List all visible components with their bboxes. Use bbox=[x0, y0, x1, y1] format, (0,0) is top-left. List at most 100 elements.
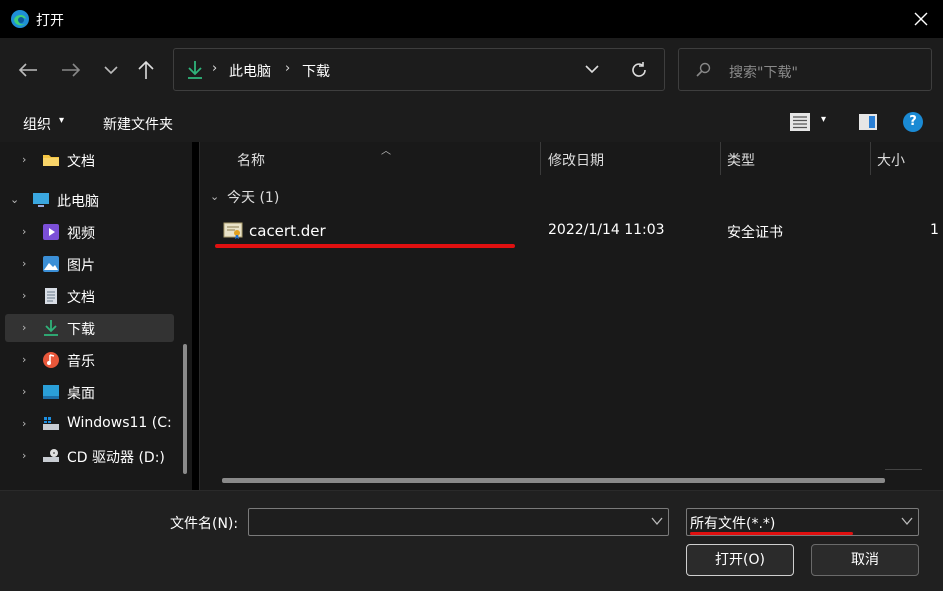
new-folder-button[interactable]: 新建文件夹 bbox=[103, 114, 173, 134]
file-size: 1 bbox=[930, 222, 939, 238]
breadcrumb-separator-icon: › bbox=[285, 61, 291, 76]
document-icon bbox=[45, 288, 57, 304]
chevron-right-icon[interactable]: › bbox=[22, 225, 26, 238]
sidebar-item-label: 文档 bbox=[67, 154, 95, 170]
sidebar-item-music[interactable]: › 音乐 bbox=[0, 346, 192, 374]
sidebar-item-label: 音乐 bbox=[67, 354, 95, 370]
chevron-right-icon[interactable]: › bbox=[22, 417, 26, 430]
sidebar-item-label: 下载 bbox=[67, 322, 95, 338]
file-name: cacert.der bbox=[249, 222, 326, 240]
column-header-date[interactable]: 修改日期 bbox=[548, 150, 604, 183]
arrow-left-icon bbox=[18, 63, 37, 77]
download-icon bbox=[44, 320, 58, 336]
search-box[interactable]: 搜索"下载" bbox=[678, 48, 932, 91]
filename-input[interactable] bbox=[248, 508, 669, 536]
breadcrumb-downloads[interactable]: 下载 bbox=[302, 61, 330, 81]
column-header-type[interactable]: 类型 bbox=[727, 150, 755, 183]
column-separator[interactable] bbox=[720, 142, 721, 175]
filetype-value: 所有文件(*.*) bbox=[690, 516, 776, 532]
back-button[interactable] bbox=[14, 56, 42, 84]
chevron-down-icon[interactable]: ⌄ bbox=[10, 193, 19, 206]
refresh-icon[interactable] bbox=[629, 60, 649, 80]
sidebar-item-label: CD 驱动器 (D:) bbox=[67, 450, 165, 466]
chevron-down-icon[interactable] bbox=[900, 514, 914, 528]
cancel-button[interactable]: 取消 bbox=[811, 544, 919, 576]
download-icon bbox=[188, 61, 202, 79]
chevron-right-icon[interactable]: › bbox=[22, 257, 26, 270]
group-collapse-chevron-icon[interactable]: ⌄ bbox=[210, 190, 219, 203]
column-header-size[interactable]: 大小 bbox=[877, 150, 905, 183]
pc-icon bbox=[33, 193, 49, 207]
chevron-right-icon[interactable]: › bbox=[22, 321, 26, 334]
sort-ascending-icon: ︿ bbox=[381, 146, 391, 157]
command-toolbar: 组织 ▾ 新建文件夹 ▾ ? bbox=[0, 102, 943, 142]
organize-button[interactable]: 组织 bbox=[23, 114, 51, 134]
sidebar-item-pictures[interactable]: › 图片 bbox=[0, 250, 192, 278]
sidebar-item-label: 文档 bbox=[67, 290, 95, 306]
chevron-down-icon bbox=[104, 66, 118, 75]
close-icon bbox=[914, 12, 928, 26]
arrow-up-icon bbox=[138, 60, 154, 79]
arrow-right-icon bbox=[62, 63, 81, 77]
drive-icon bbox=[43, 417, 59, 430]
column-header-name[interactable]: 名称 bbox=[237, 150, 265, 183]
column-separator[interactable] bbox=[540, 142, 541, 175]
chevron-right-icon[interactable]: › bbox=[22, 449, 26, 462]
sidebar-item-documents-quick[interactable]: › 文档 bbox=[0, 146, 192, 174]
breadcrumb-separator-icon: › bbox=[212, 61, 218, 76]
music-icon bbox=[43, 352, 59, 368]
breadcrumb-this-pc[interactable]: 此电脑 bbox=[229, 61, 271, 81]
column-separator[interactable] bbox=[870, 142, 871, 175]
search-placeholder: 搜索"下载" bbox=[729, 65, 798, 81]
dialog-footer: 文件名(N): 所有文件(*.*) 打开(O) 取消 bbox=[0, 490, 943, 591]
sidebar-item-drive-c[interactable]: › Windows11 (C: bbox=[0, 410, 192, 438]
desktop-icon bbox=[43, 385, 59, 399]
table-row[interactable]: cacert.der 2022/1/14 11:03 安全证书 1 bbox=[200, 217, 943, 245]
search-icon bbox=[696, 62, 711, 77]
recent-locations-button[interactable] bbox=[97, 56, 125, 84]
open-button[interactable]: 打开(O) bbox=[686, 544, 794, 576]
sidebar-item-label: 此电脑 bbox=[57, 194, 99, 210]
navigation-pane: › 文档 ⌄ 此电脑 › 视频 › 图片 › 文档 › 下载 › 音乐 › 桌面… bbox=[0, 142, 192, 490]
address-history-chevron-icon[interactable] bbox=[584, 61, 600, 77]
help-icon[interactable]: ? bbox=[903, 112, 923, 132]
title-bar: 打开 bbox=[0, 0, 943, 38]
sidebar-item-label: 图片 bbox=[67, 258, 95, 274]
sidebar-item-this-pc[interactable]: ⌄ 此电脑 bbox=[0, 186, 192, 214]
horizontal-scrollbar[interactable] bbox=[222, 478, 885, 483]
file-date: 2022/1/14 11:03 bbox=[548, 222, 665, 238]
view-options-caret-icon[interactable]: ▾ bbox=[821, 114, 826, 125]
sidebar-item-label: 视频 bbox=[67, 226, 95, 242]
preview-pane-icon[interactable] bbox=[858, 113, 878, 131]
filename-label: 文件名(N): bbox=[170, 516, 239, 532]
forward-button[interactable] bbox=[57, 56, 85, 84]
edge-app-icon bbox=[11, 10, 29, 28]
chevron-right-icon[interactable]: › bbox=[22, 353, 26, 366]
up-button[interactable] bbox=[132, 56, 160, 84]
caret-down-icon[interactable]: ▾ bbox=[59, 115, 64, 126]
sidebar-item-documents[interactable]: › 文档 bbox=[0, 282, 192, 310]
file-type: 安全证书 bbox=[727, 225, 783, 241]
sidebar-item-downloads[interactable]: › 下载 bbox=[0, 314, 192, 342]
red-annotation-underline bbox=[690, 532, 853, 535]
chevron-right-icon[interactable]: › bbox=[22, 289, 26, 302]
sidebar-item-desktop[interactable]: › 桌面 bbox=[0, 378, 192, 406]
sidebar-item-videos[interactable]: › 视频 bbox=[0, 218, 192, 246]
close-button[interactable] bbox=[905, 5, 937, 33]
sidebar-item-label: Windows11 (C: bbox=[67, 415, 172, 431]
view-details-icon[interactable] bbox=[789, 112, 811, 132]
chevron-right-icon[interactable]: › bbox=[22, 153, 26, 166]
file-list: ︿ 名称 修改日期 类型 大小 ⌄ 今天 (1) cacert.der 2022… bbox=[200, 142, 943, 490]
chevron-down-icon[interactable] bbox=[650, 514, 664, 528]
cd-drive-icon bbox=[43, 449, 59, 462]
group-header-today[interactable]: 今天 (1) bbox=[227, 187, 279, 207]
sidebar-item-label: 桌面 bbox=[67, 386, 95, 402]
sidebar-scrollbar[interactable] bbox=[183, 344, 187, 474]
sidebar-item-cd-drive[interactable]: › CD 驱动器 (D:) bbox=[0, 442, 192, 470]
address-bar[interactable]: › 此电脑 › 下载 bbox=[173, 48, 665, 91]
scroll-corner bbox=[885, 469, 922, 470]
red-annotation-underline bbox=[215, 244, 515, 248]
window-title: 打开 bbox=[36, 13, 64, 29]
chevron-right-icon[interactable]: › bbox=[22, 385, 26, 398]
video-icon bbox=[43, 224, 59, 240]
